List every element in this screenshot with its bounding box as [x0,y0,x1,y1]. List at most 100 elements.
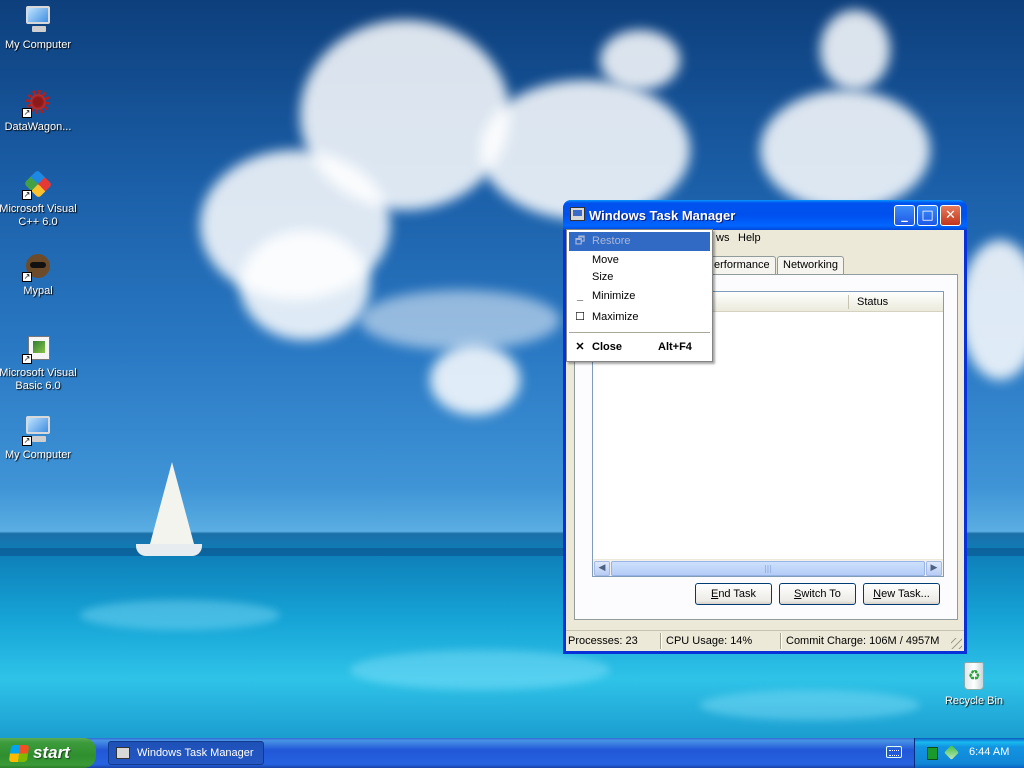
desktop-icon-recycle-bin[interactable]: Recycle Bin [934,660,1014,708]
desktop-icon-mypal[interactable]: ↗ Mypal [0,250,78,298]
desktop-icon-datawagon[interactable]: ↗ DataWagon... [0,86,78,134]
tab-networking[interactable]: Networking [777,256,845,275]
menu-item-minimize[interactable]: _ Minimize [569,287,710,306]
restore-icon: 🗗 [574,235,586,247]
horizontal-scrollbar[interactable]: ◀ ||| ▶ [593,559,943,576]
menu-item-size[interactable]: Size [569,268,710,287]
tab-performance[interactable]: erformance [708,256,776,275]
cloud [600,30,680,90]
taskbar-button-label: Windows Task Manager [137,747,254,759]
menu-separator [569,332,710,333]
end-task-button[interactable]: End Task [695,583,772,605]
flower-icon: ↗ [22,86,54,118]
title-bar[interactable]: Windows Task Manager _ □ ✕ [563,200,967,230]
minimize-button[interactable]: _ [894,205,915,226]
menu-item-shortcut: Alt+F4 [658,341,692,353]
cloud [820,10,890,90]
chevron-right-icon: ▶ [930,563,938,573]
desktop-icon-my-computer[interactable]: My Computer [0,4,78,52]
new-task-button[interactable]: New Task... [863,583,940,605]
grip-icon: ||| [763,564,773,573]
chevron-left-icon: ◀ [598,563,606,573]
desktop-icon-visual-cpp[interactable]: ↗ Microsoft Visual C++ 6.0 [0,168,78,229]
scroll-thumb[interactable]: ||| [611,561,925,576]
desktop-icon-label: My Computer [4,449,72,461]
menu-item-label: Minimize [592,290,636,302]
computer-icon [22,4,54,36]
task-manager-icon[interactable] [570,207,585,221]
button-label: witch To [801,588,841,600]
window-title: Windows Task Manager [589,208,736,223]
status-divider [660,633,662,649]
status-bar: Processes: 23 CPU Usage: 14% Commit Char… [566,630,964,651]
menu-item-label: Maximize [592,311,639,323]
desktop-icon-label: Recycle Bin [944,695,1004,707]
sea-glint [80,600,280,630]
cloud [480,80,690,220]
raccoon-icon: ↗ [22,250,54,282]
desktop-icon-label: DataWagon... [4,121,72,133]
button-label: nd Task [718,588,757,600]
menu-item-label: Close [592,341,622,353]
menu-help[interactable]: Help [738,232,761,244]
menu-item-label: Size [592,271,614,283]
menu-item-label: Restore [592,235,631,247]
scroll-left-button[interactable]: ◀ [594,561,610,576]
sea-glint [700,690,920,720]
cloud [240,230,370,340]
system-tray: 6:44 AM [914,738,1024,768]
start-label: start [33,743,70,762]
resize-grip-icon[interactable] [951,638,962,649]
status-cpu-usage: CPU Usage: 14% [666,635,753,647]
menu-item-restore[interactable]: 🗗 Restore [569,232,710,251]
cloud [760,90,930,210]
visual-cpp-icon: ↗ [22,168,54,200]
desktop-icon-my-computer-shortcut[interactable]: ↗ My Computer [0,414,78,462]
desktop-icon-label: Microsoft Visual Basic 6.0 [0,367,77,392]
cloud [960,240,1024,380]
task-manager-tray-icon[interactable] [927,747,938,760]
keyboard-icon[interactable] [886,746,902,758]
cloud [360,290,560,350]
computer-icon: ↗ [22,414,54,446]
maximize-icon: □ [921,208,934,223]
minimize-icon: _ [901,208,908,223]
clock[interactable]: 6:44 AM [969,746,1009,758]
desktop-icon-label: Microsoft Visual C++ 6.0 [0,203,77,228]
maximize-icon: ☐ [575,311,585,323]
sailboat-hull [136,544,202,556]
switch-to-button[interactable]: Switch To [779,583,856,605]
accelerator-key: N [873,588,882,600]
visual-basic-icon: ↗ [22,332,54,364]
desktop-icon-label: Mypal [23,285,53,297]
maximize-button[interactable]: □ [917,205,938,226]
sea-glint [350,650,610,690]
start-button[interactable]: start [0,738,96,768]
close-icon: ✕ [575,341,585,353]
windows-logo-icon [8,745,30,762]
scroll-right-button[interactable]: ▶ [926,561,942,576]
menu-windows[interactable]: ws [716,232,729,244]
network-icon[interactable] [944,745,959,760]
desktop-icon-label: My Computer [4,39,72,51]
taskbar-button-task-manager[interactable]: Windows Task Manager [108,741,264,765]
status-processes: Processes: 23 [568,635,638,647]
close-icon: ✕ [945,208,956,223]
desktop-icon-visual-basic[interactable]: ↗ Microsoft Visual Basic 6.0 [0,332,78,393]
sailboat-sail [150,462,194,544]
cloud [430,345,520,415]
recycle-bin-icon [958,660,990,692]
menu-item-close[interactable]: ✕ Close Alt+F4 [569,338,710,357]
column-separator[interactable] [848,295,849,309]
cloud [300,20,510,210]
minimize-icon: _ [576,290,584,302]
menu-item-maximize[interactable]: ☐ Maximize [569,308,710,327]
column-status[interactable]: Status [857,296,888,308]
task-manager-icon [116,747,130,759]
taskbar: start Windows Task Manager 6:44 AM [0,738,1024,768]
status-commit-charge: Commit Charge: 106M / 4957M [786,635,940,647]
system-menu: 🗗 Restore Move Size _ Minimize ☐ Maximiz… [566,229,713,362]
close-button[interactable]: ✕ [940,205,961,226]
button-label: ew Task... [881,588,930,600]
status-divider [780,633,782,649]
